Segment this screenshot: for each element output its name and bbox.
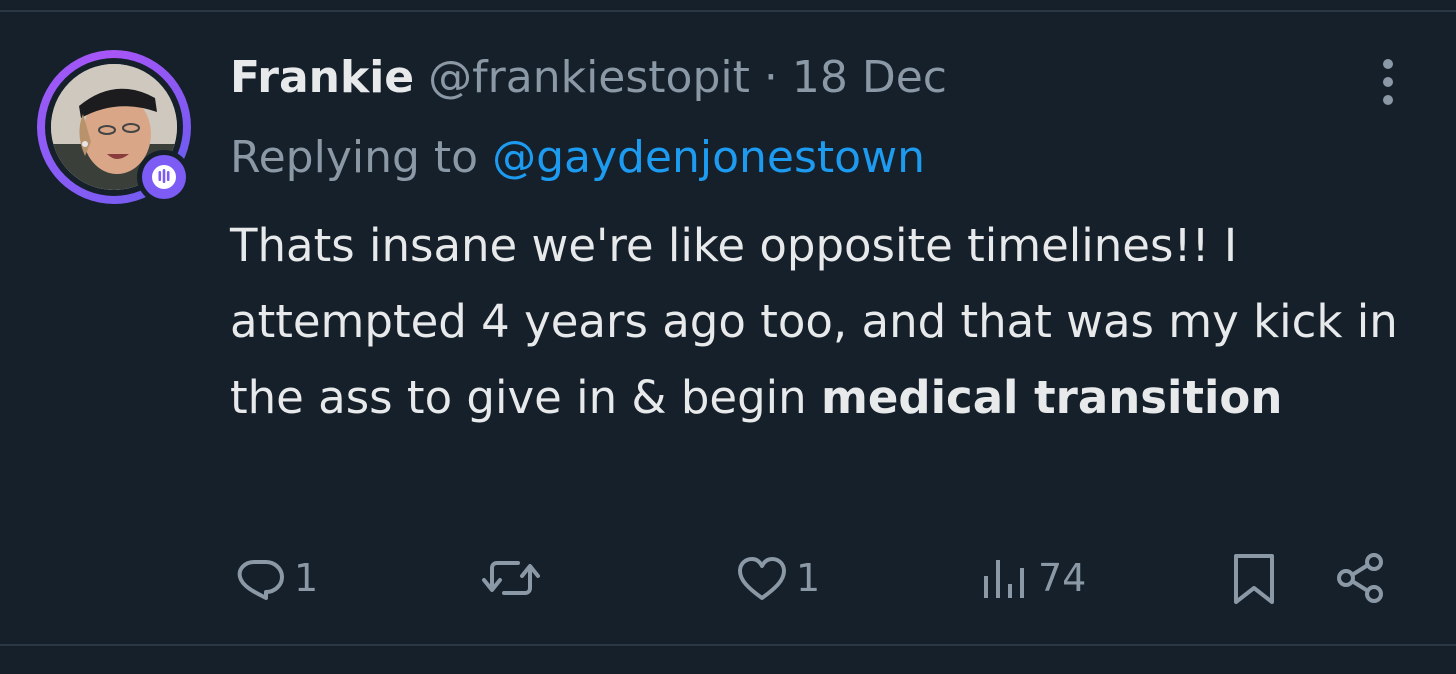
replying-to-label: Replying to <box>230 132 479 183</box>
top-divider <box>0 10 1456 12</box>
tweet-card: Frankie @frankiestopit · 18 Dec Replying… <box>0 0 1456 674</box>
reply-count: 1 <box>294 556 319 600</box>
more-options-button[interactable] <box>1368 52 1408 112</box>
views-icon <box>984 560 1024 598</box>
tweet-date[interactable]: 18 Dec <box>792 52 947 103</box>
retweet-icon <box>482 561 540 595</box>
tweet-text: Thats insane we're like opposite timelin… <box>230 208 1410 436</box>
tweet-header: Frankie @frankiestopit · 18 Dec <box>230 46 947 110</box>
heart-icon <box>738 557 786 600</box>
user-handle[interactable]: @frankiestopit <box>428 52 750 103</box>
retweet-button[interactable] <box>478 548 548 608</box>
separator-dot: · <box>763 52 778 103</box>
more-vertical-icon <box>1383 59 1393 105</box>
bookmark-icon <box>1234 554 1274 604</box>
spaces-icon <box>152 165 176 189</box>
tweet-text-bold: medical transition <box>820 371 1283 424</box>
bottom-divider <box>0 644 1456 646</box>
reply-target-link[interactable]: @gaydenjonestown <box>492 132 925 183</box>
reply-button[interactable]: 1 <box>230 548 318 608</box>
like-count: 1 <box>796 556 821 600</box>
replying-to-line: Replying to @gaydenjonestown <box>230 126 925 190</box>
display-name[interactable]: Frankie <box>230 52 414 103</box>
avatar[interactable] <box>37 50 191 204</box>
views-button[interactable]: 74 <box>976 548 1086 608</box>
reply-icon <box>237 560 284 600</box>
spaces-badge <box>137 150 191 204</box>
like-button[interactable]: 1 <box>732 548 820 608</box>
views-count: 74 <box>1038 556 1087 600</box>
share-icon <box>1337 553 1383 603</box>
share-button[interactable] <box>1330 548 1390 608</box>
bookmark-button[interactable] <box>1224 548 1284 608</box>
